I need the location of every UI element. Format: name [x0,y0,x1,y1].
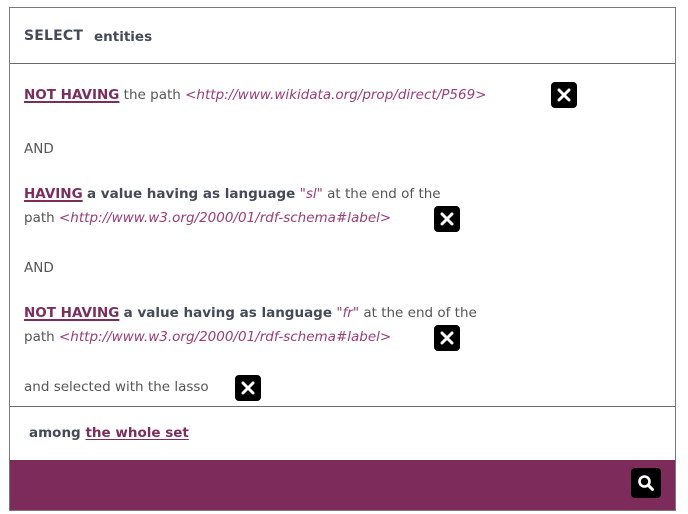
scope-prefix: among [29,425,81,441]
close-icon [557,88,571,102]
criterion-3-line-1: NOT HAVING a value having as language "f… [24,303,477,323]
criterion-2-line-2: path <http://www.w3.org/2000/01/rdf-sche… [24,208,391,228]
remove-criterion-2-button[interactable] [434,206,460,232]
criterion-3-path-label: path [24,329,55,345]
remove-lasso-button[interactable] [235,375,261,401]
criterion-3-path: <http://www.w3.org/2000/01/rdf-schema#la… [59,329,392,345]
select-keyword: SELECT [24,28,84,44]
criteria-list: NOT HAVING the path <http://www.wikidata… [10,65,675,407]
criterion-3-line-2: path <http://www.w3.org/2000/01/rdf-sche… [24,327,391,347]
conjunction-2: AND [24,260,54,276]
query-panel: SELECT entities NOT HAVING the path <htt… [9,7,676,511]
conjunction-1: AND [24,141,54,157]
close-icon [241,381,255,395]
criterion-1-operator[interactable]: NOT HAVING [24,87,119,103]
criterion-2-language: "sl" [299,186,323,202]
scope-link[interactable]: the whole set [85,425,188,441]
criterion-2-path: <http://www.w3.org/2000/01/rdf-schema#la… [59,210,392,226]
criterion-2-operator[interactable]: HAVING [24,186,83,202]
criterion-2-path-label: path [24,210,55,226]
lasso-text: and selected with the lasso [24,379,209,395]
query-footer [10,460,675,510]
criterion-1-path: <http://www.wikidata.org/prop/direct/P56… [185,87,487,103]
close-icon [440,212,454,226]
criterion-3-language: "fr" [336,305,360,321]
criterion-2-mid-text: at the end of the [327,186,441,202]
criterion-1: NOT HAVING the path <http://www.wikidata… [24,85,486,105]
close-icon [440,331,454,345]
search-icon [638,475,654,491]
criterion-2-value-text: a value having as language [86,186,296,202]
criterion-3-operator[interactable]: NOT HAVING [24,305,119,321]
criterion-1-text: the path [123,87,181,103]
criterion-3-mid-text: at the end of the [363,305,477,321]
remove-criterion-3-button[interactable] [434,325,460,351]
criterion-2-line-1: HAVING a value having as language "sl" a… [24,184,441,204]
select-subject: entities [94,29,153,45]
remove-criterion-1-button[interactable] [551,82,577,108]
search-button[interactable] [631,468,661,498]
scope-row: among the whole set [29,425,189,441]
query-header: SELECT entities [10,8,675,64]
criterion-3-value-text: a value having as language [123,305,333,321]
